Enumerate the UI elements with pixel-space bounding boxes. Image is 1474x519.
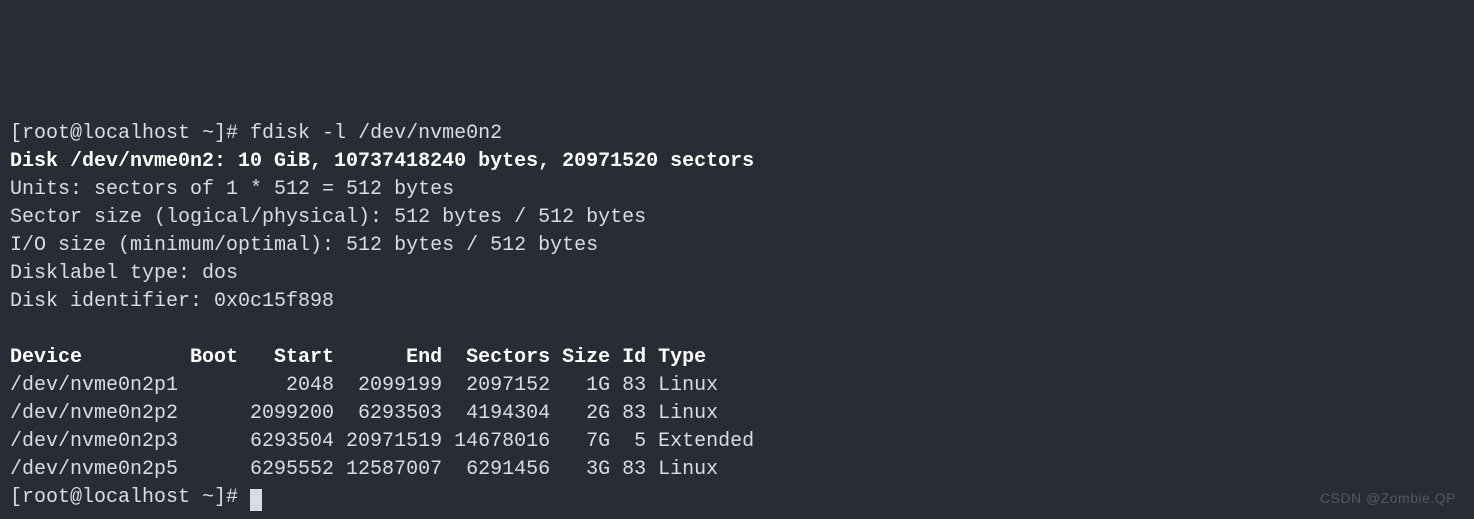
shell-prompt: [root@localhost ~]# [10, 486, 250, 509]
table-row: /dev/nvme0n2p2 2099200 6293503 4194304 2… [10, 402, 718, 425]
shell-prompt: [root@localhost ~]# [10, 122, 250, 145]
partition-table-header: Device Boot Start End Sectors Size Id Ty… [10, 346, 706, 369]
disklabel-line: Disklabel type: dos [10, 262, 238, 285]
diskid-line: Disk identifier: 0x0c15f898 [10, 290, 334, 313]
cursor-block[interactable] [250, 489, 262, 511]
table-row: /dev/nvme0n2p1 2048 2099199 2097152 1G 8… [10, 374, 718, 397]
sector-size-line: Sector size (logical/physical): 512 byte… [10, 206, 646, 229]
table-row: /dev/nvme0n2p3 6293504 20971519 14678016… [10, 430, 754, 453]
shell-command: fdisk -l /dev/nvme0n2 [250, 122, 502, 145]
units-line: Units: sectors of 1 * 512 = 512 bytes [10, 178, 454, 201]
disk-summary: Disk /dev/nvme0n2: 10 GiB, 10737418240 b… [10, 150, 754, 173]
watermark-text: CSDN @Zombie.QP [1320, 489, 1456, 509]
io-size-line: I/O size (minimum/optimal): 512 bytes / … [10, 234, 598, 257]
table-row: /dev/nvme0n2p5 6295552 12587007 6291456 … [10, 458, 718, 481]
